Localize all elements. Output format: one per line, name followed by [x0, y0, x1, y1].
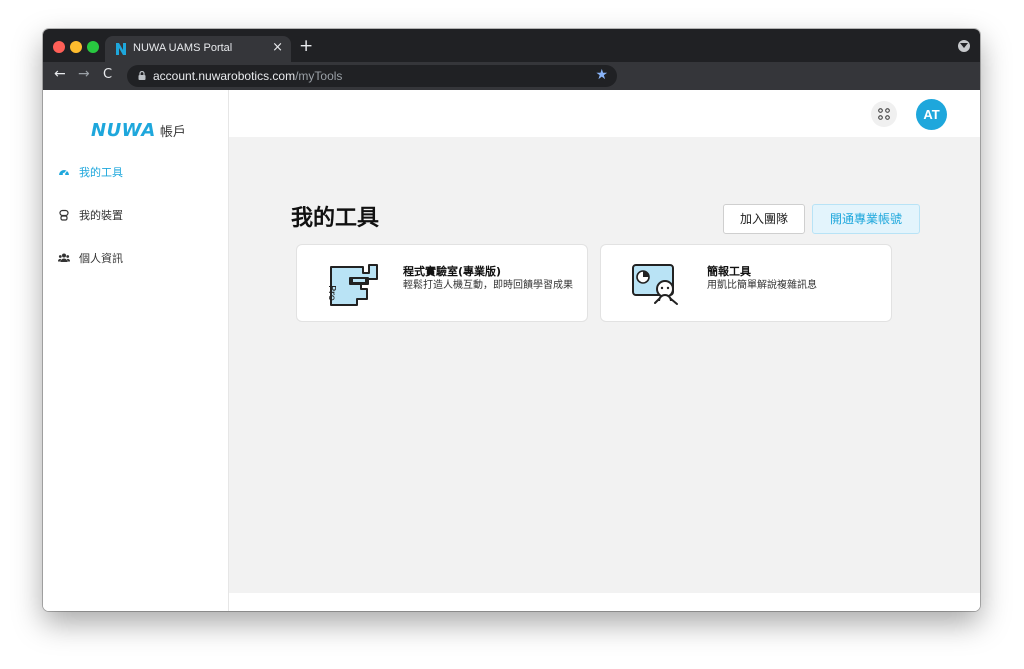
address-bar[interactable]: account.nuwarobotics.com/myTools ★ [127, 65, 617, 87]
dashboard-icon [59, 170, 69, 176]
zoom-window-button[interactable] [87, 41, 99, 53]
brand-subtitle: 帳戶 [159, 125, 186, 140]
nuwa-favicon-icon [116, 43, 126, 55]
browser-window: NUWA UAMS Portal × + ← → C account.nuwar… [43, 29, 980, 611]
sidebar-item-my-tools[interactable]: 我的工具 [58, 164, 123, 182]
page-title: 我的工具 [291, 206, 380, 231]
code-lab-pro-icon: Pro [326, 264, 378, 306]
sidebar-item-label: 我的工具 [79, 166, 123, 179]
presentation-tool-icon [632, 264, 678, 305]
nuwa-logo: NUWA [91, 120, 156, 141]
chevron-down-icon [960, 43, 968, 48]
tool-card-presentation[interactable]: 簡報工具 用凱比簡單解說複雜訊息 [600, 244, 892, 322]
footer-strip [229, 593, 980, 611]
card-description: 用凱比簡單解說複雜訊息 [707, 280, 817, 291]
url-host: account.nuwarobotics.com [153, 69, 296, 83]
browser-toolbar: ← → C account.nuwarobotics.com/myTools ★ [43, 62, 980, 90]
sidebar-item-my-devices[interactable]: 我的裝置 [58, 207, 123, 225]
tab-title: NUWA UAMS Portal [133, 42, 233, 54]
sidebar-item-personal-info[interactable]: 個人資訊 [58, 250, 123, 268]
tool-card-code-lab[interactable]: Pro 程式實驗室(專業版) 輕鬆打造人機互動，即時回饋學習成果 [296, 244, 588, 322]
robot-icon [59, 209, 69, 221]
url-path: /myTools [295, 69, 343, 83]
tab-strip: NUWA UAMS Portal × + [43, 29, 980, 62]
bookmark-star-icon[interactable]: ★ [595, 67, 608, 83]
chrome-menu-button[interactable] [958, 40, 970, 52]
page-content: NUWA 帳戶 我的工具 我的裝置 個人資訊 AT 我的工具 加入團隊 開通專業… [43, 90, 980, 611]
sidebar: NUWA 帳戶 我的工具 我的裝置 個人資訊 [43, 90, 229, 611]
tab-close-icon[interactable]: × [272, 40, 283, 55]
lock-icon [138, 71, 146, 80]
user-avatar[interactable]: AT [916, 99, 947, 130]
card-title: 簡報工具 [707, 265, 751, 278]
brand[interactable]: NUWA 帳戶 [91, 120, 186, 141]
back-button[interactable]: ← [54, 66, 66, 82]
close-window-button[interactable] [53, 41, 65, 53]
svg-text:Pro: Pro [326, 285, 337, 301]
upgrade-account-button[interactable]: 開通專業帳號 [812, 204, 920, 234]
new-tab-button[interactable]: + [299, 36, 313, 56]
reload-button[interactable]: C [103, 67, 112, 82]
sidebar-item-label: 個人資訊 [79, 252, 123, 265]
sidebar-item-label: 我的裝置 [79, 209, 123, 222]
url-text[interactable]: account.nuwarobotics.com/myTools [153, 69, 342, 83]
apps-button[interactable] [871, 101, 897, 127]
join-team-button[interactable]: 加入團隊 [723, 204, 805, 234]
users-icon [58, 253, 70, 262]
browser-tab[interactable]: NUWA UAMS Portal × [105, 36, 291, 62]
apps-grid-icon [878, 108, 890, 120]
card-description: 輕鬆打造人機互動，即時回饋學習成果 [403, 280, 573, 291]
main-area: AT 我的工具 加入團隊 開通專業帳號 Pro 程式實驗室(專業版) 輕鬆打造人… [229, 90, 980, 611]
minimize-window-button[interactable] [70, 41, 82, 53]
top-header: AT [229, 90, 980, 137]
card-title: 程式實驗室(專業版) [403, 265, 502, 278]
forward-button[interactable]: → [78, 66, 90, 82]
